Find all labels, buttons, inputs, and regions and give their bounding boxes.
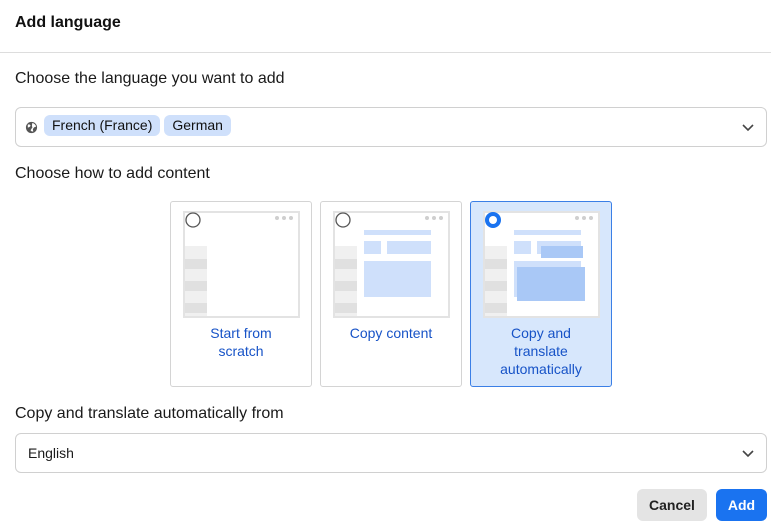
source-language-label: Copy and translate automatically from	[15, 405, 284, 422]
option-label: Start from scratch	[210, 325, 272, 359]
radio-unchecked[interactable]	[185, 212, 201, 228]
languages-label: Choose the language you want to add	[15, 70, 285, 87]
chevron-down-icon[interactable]	[740, 445, 756, 461]
method-label: Choose how to add content	[15, 165, 210, 182]
radio-checked[interactable]	[484, 211, 502, 229]
selected-languages: French (France) German	[44, 115, 231, 136]
option-copy-and-translate[interactable]: Copy and translate automatically	[470, 201, 612, 387]
option-copy-content[interactable]: Copy content	[320, 201, 462, 387]
option-label: Copy content	[349, 325, 433, 341]
language-multiselect[interactable]: French (France) German	[15, 107, 767, 147]
option-label: Copy and translate automatically	[500, 325, 582, 377]
chevron-down-icon[interactable]	[740, 119, 756, 135]
add-button[interactable]: Add	[716, 489, 767, 521]
language-chip[interactable]: French (France)	[44, 115, 161, 136]
source-language-select[interactable]: English	[15, 433, 767, 473]
header-divider	[0, 52, 771, 53]
radio-unchecked[interactable]	[335, 212, 351, 228]
globe-icon	[25, 121, 38, 134]
option-start-from-scratch[interactable]: Start from scratch	[170, 201, 312, 387]
language-chip[interactable]: German	[164, 115, 231, 136]
source-language-value: English	[28, 445, 74, 461]
dialog-title: Add language	[15, 14, 121, 31]
cancel-button[interactable]: Cancel	[637, 489, 707, 521]
